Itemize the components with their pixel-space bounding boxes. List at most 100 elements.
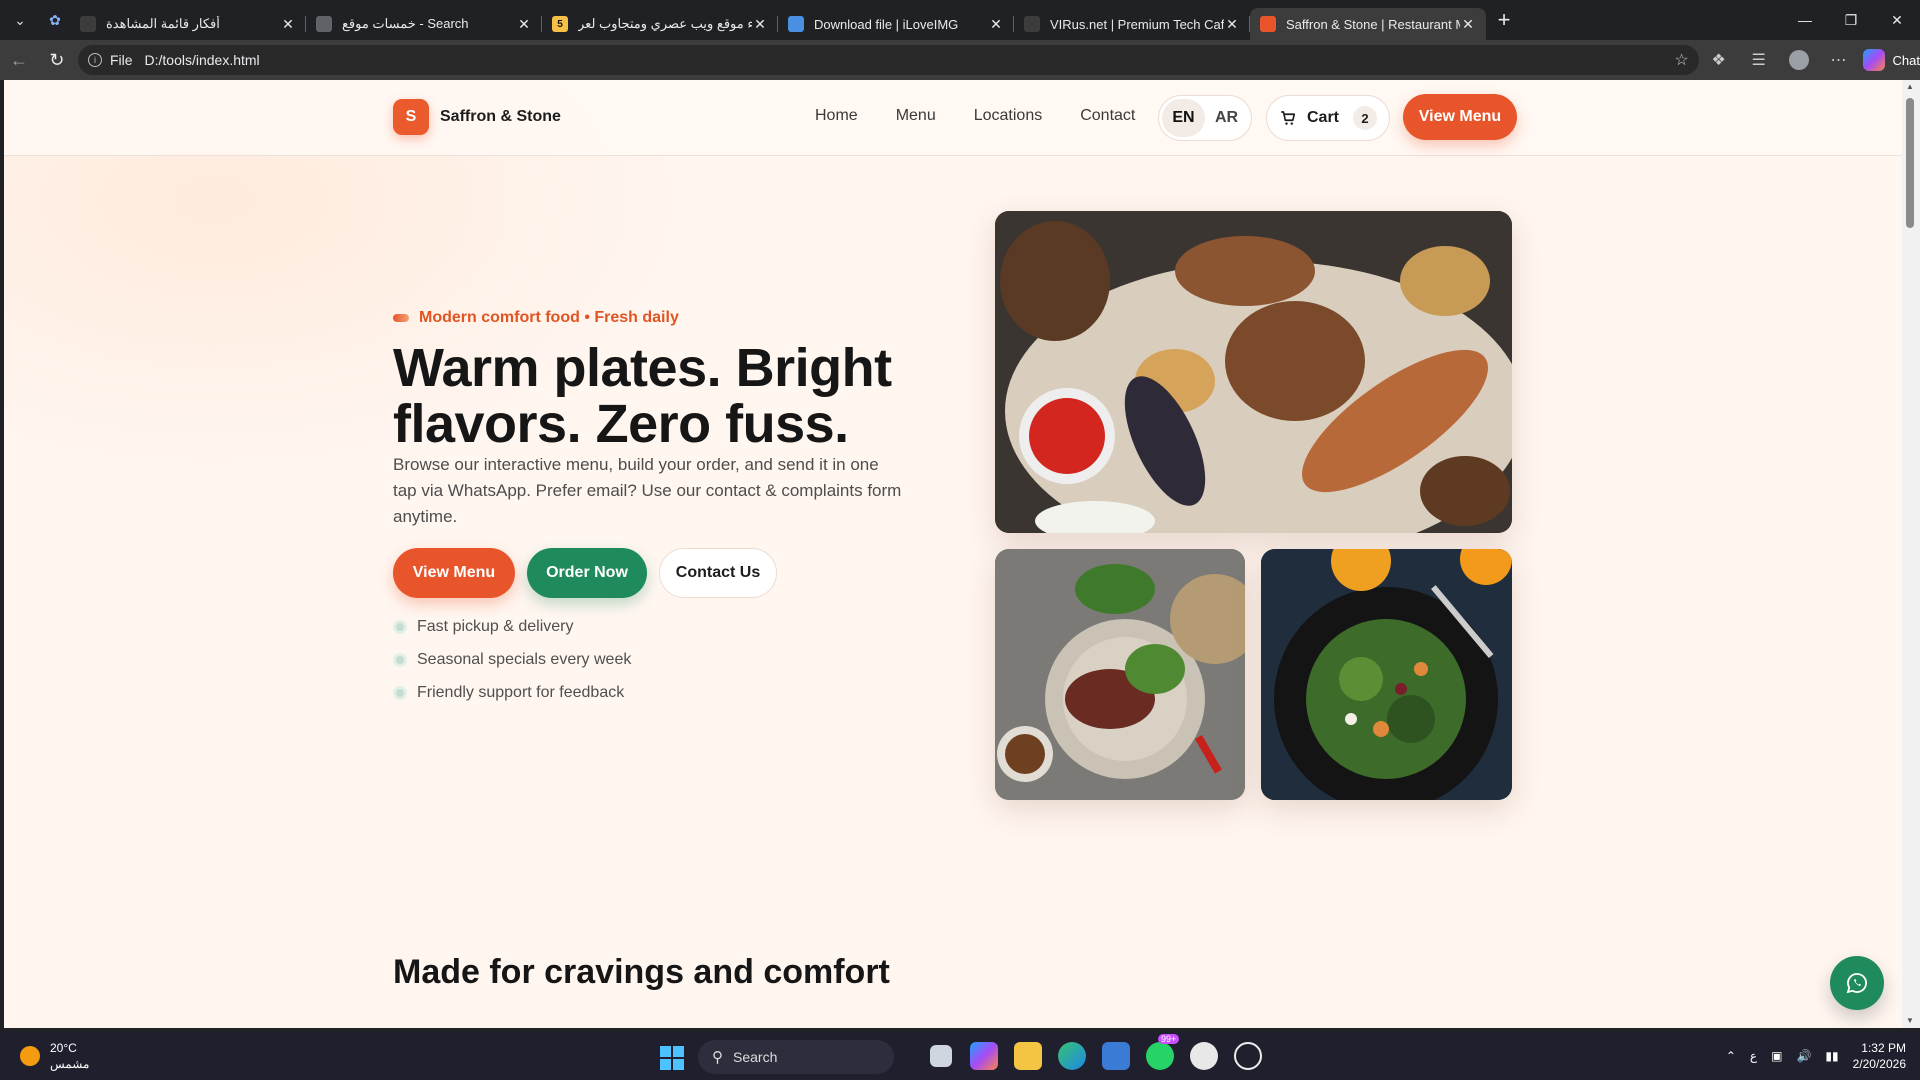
url-scheme: File	[109, 52, 133, 68]
profile-avatar[interactable]	[1779, 40, 1819, 80]
more-options-icon[interactable]: ⋯	[1819, 40, 1859, 80]
section-title: Made for cravings and comfort	[393, 953, 890, 991]
feature-text: Friendly support for feedback	[417, 683, 625, 701]
tab-close-icon[interactable]: ✕	[1224, 16, 1240, 33]
taskbar-search[interactable]: ⚲ Search	[698, 1040, 894, 1074]
tab-title: خمسات موقع - Search	[342, 16, 469, 31]
reload-icon[interactable]: ↻	[38, 40, 76, 80]
whatsapp-taskbar-icon[interactable]	[1146, 1042, 1174, 1070]
brand-logo: S	[393, 99, 429, 135]
scrollbar-thumb[interactable]	[1906, 98, 1914, 228]
copilot-taskbar-icon[interactable]	[970, 1042, 998, 1070]
grill-platter-illustration	[995, 211, 1512, 533]
scroll-up-arrow-icon[interactable]: ▲	[1906, 82, 1914, 91]
eyebrow-text: Modern comfort food • Fresh daily	[419, 309, 679, 326]
tab-title: Saffron & Stone | Restaurant Menu	[1286, 16, 1460, 32]
favorites-icon[interactable]: ☰	[1739, 40, 1779, 80]
edge-browser-icon[interactable]	[1058, 1042, 1086, 1070]
eyebrow-pill-icon	[393, 314, 409, 322]
nav-link-home[interactable]: Home	[815, 107, 858, 125]
network-icon[interactable]: ▣	[1771, 1049, 1782, 1063]
hero-photo-steak-plate	[995, 549, 1245, 800]
restore-icon[interactable]: ❐	[1828, 0, 1874, 40]
tab-title: VIRus.net | Premium Tech Cafe	[1050, 16, 1224, 32]
browser-tab[interactable]: Download file | iLoveIMG ✕	[778, 8, 1014, 40]
hero-contact-us-button[interactable]: Contact Us	[659, 548, 777, 598]
copilot-chat-button[interactable]: Chat	[1862, 49, 1920, 71]
cart-count-badge: 2	[1353, 106, 1377, 130]
lang-en-button[interactable]: EN	[1162, 99, 1205, 137]
hero-order-now-button[interactable]: Order Now	[527, 548, 647, 598]
tab-close-icon[interactable]: ✕	[988, 16, 1004, 33]
task-view-icon[interactable]	[930, 1045, 952, 1067]
bullet-dot-icon	[393, 619, 407, 634]
tab-title: إنشاء موقع ويب عصري ومتجاوب لعر	[578, 16, 752, 31]
site-header: S Saffron & Stone Home Menu Locations Co…	[4, 80, 1902, 156]
list-item: Friendly support for feedback	[393, 676, 631, 709]
brand[interactable]: S Saffron & Stone	[393, 99, 561, 135]
address-bar[interactable]: i File D:/tools/index.html ☆	[77, 45, 1699, 75]
brand-name: Saffron & Stone	[440, 108, 561, 125]
hero-eyebrow: Modern comfort food • Fresh daily	[393, 309, 679, 327]
tab-favicon-icon	[1260, 16, 1276, 32]
tab-close-icon[interactable]: ✕	[516, 16, 532, 33]
search-icon: ⚲	[712, 1049, 723, 1066]
store-icon[interactable]	[1102, 1042, 1130, 1070]
hero-subtitle: Browse our interactive menu, build your …	[393, 455, 902, 526]
browser-tab[interactable]: خمسات موقع - Search ✕	[306, 8, 542, 40]
clock-date: 2/20/2026	[1852, 1057, 1906, 1071]
header-view-menu-button[interactable]: View Menu	[1403, 94, 1517, 140]
file-explorer-icon[interactable]	[1014, 1042, 1042, 1070]
list-item: Fast pickup & delivery	[393, 610, 631, 643]
hero-title: Warm plates. Bright flavors. Zero fuss.	[393, 338, 892, 454]
app-icon[interactable]	[1190, 1042, 1218, 1070]
tab-title: Download file | iLoveIMG	[814, 16, 959, 32]
tab-title: أفكار قائمة المشاهدة	[106, 16, 220, 31]
nav-link-menu[interactable]: Menu	[896, 107, 936, 125]
hero-view-menu-button[interactable]: View Menu	[393, 548, 515, 598]
chatgpt-icon[interactable]	[1234, 1042, 1262, 1070]
close-window-icon[interactable]: ✕	[1874, 0, 1920, 40]
browser-tab[interactable]: VIRus.net | Premium Tech Cafe ✕	[1014, 8, 1250, 40]
cart-icon	[1281, 111, 1296, 125]
chevron-up-icon[interactable]: ⌃	[1726, 1049, 1736, 1063]
volume-icon[interactable]: 🔊	[1796, 1049, 1811, 1063]
clock[interactable]: 1:32 PM 2/20/2026	[1853, 1040, 1906, 1072]
tab-favicon-icon	[788, 16, 804, 32]
sun-icon	[20, 1046, 40, 1066]
battery-icon[interactable]: ▮▮	[1825, 1049, 1838, 1063]
windows-start-icon[interactable]	[660, 1046, 684, 1070]
bullet-dot-icon	[393, 652, 407, 667]
nav-link-contact[interactable]: Contact	[1080, 107, 1135, 125]
tab-close-icon[interactable]: ✕	[1460, 16, 1476, 33]
whatsapp-float-button[interactable]	[1830, 956, 1884, 1010]
browser-tab[interactable]: 5 إنشاء موقع ويب عصري ومتجاوب لعر✕	[542, 8, 778, 40]
weather-widget[interactable]: 20°C مشمس	[20, 1040, 89, 1072]
tab-actions-menu-icon[interactable]: ⌄	[0, 0, 40, 40]
cart-button[interactable]: Cart 2	[1266, 95, 1390, 141]
tab-close-icon[interactable]: ✕	[280, 16, 296, 33]
scroll-down-arrow-icon[interactable]: ▼	[1906, 1016, 1914, 1025]
tab-close-icon[interactable]: ✕	[752, 16, 768, 33]
feature-text: Seasonal specials every week	[417, 650, 632, 668]
workspaces-icon[interactable]: ✿	[40, 0, 70, 40]
lang-ar-button[interactable]: AR	[1205, 99, 1248, 137]
extensions-icon[interactable]: ❖	[1699, 40, 1739, 80]
weather-temp: 20°C	[50, 1041, 77, 1055]
back-arrow-icon[interactable]: ←	[0, 40, 38, 80]
minimize-icon[interactable]: —	[1782, 0, 1828, 40]
new-tab-button[interactable]: +	[1486, 0, 1522, 40]
browser-tab-strip: ⌄ ✿ أفكار قائمة المشاهدة ✕ خمسات موقع - Se…	[0, 0, 1920, 40]
steak-plate-illustration	[995, 549, 1245, 800]
hero-photo-salad-bowl	[1261, 549, 1512, 800]
page-scrollbar[interactable]: ▲ ▼	[1902, 80, 1920, 1028]
site-info-icon[interactable]: i	[87, 53, 102, 67]
ime-indicator[interactable]: ع	[1750, 1049, 1757, 1063]
tab-favicon-icon	[316, 16, 332, 32]
feature-text: Fast pickup & delivery	[417, 617, 574, 635]
browser-tab[interactable]: أفكار قائمة المشاهدة ✕	[70, 8, 306, 40]
nav-link-locations[interactable]: Locations	[974, 107, 1043, 125]
browser-tab[interactable]: Saffron & Stone | Restaurant Menu✕	[1250, 8, 1486, 40]
list-item: Seasonal specials every week	[393, 643, 631, 676]
favorite-star-icon[interactable]: ☆	[1674, 50, 1688, 70]
